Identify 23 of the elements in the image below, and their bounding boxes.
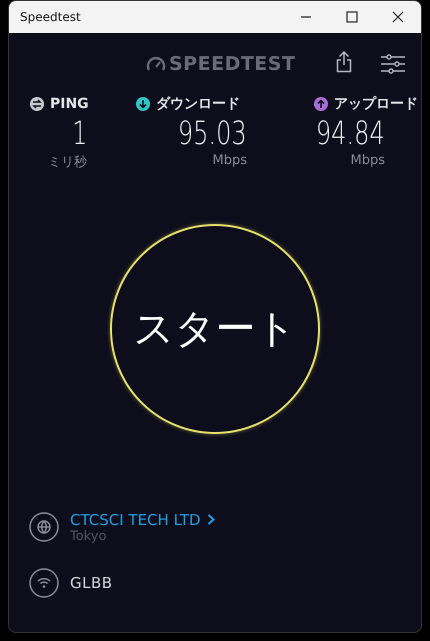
metric-label: アップロード (334, 95, 418, 113)
wifi-icon (29, 568, 59, 598)
metric-label: PING (50, 96, 89, 112)
metric-value: 94.84 (316, 113, 385, 153)
metric-label: ダウンロード (156, 95, 240, 113)
maximize-icon[interactable] (346, 11, 358, 23)
metric-unit: Mbps (350, 153, 385, 168)
start-button[interactable]: スタート (110, 224, 320, 434)
metric-unit: Mbps (212, 153, 247, 168)
gauge-icon (146, 56, 166, 72)
close-icon[interactable] (392, 11, 404, 23)
share-icon[interactable] (336, 51, 352, 73)
metric-value: 1 (72, 113, 87, 153)
logo-text: SPEEDTEST (169, 53, 296, 75)
server-name[interactable]: CTCSCI TECH LTD (70, 510, 201, 528)
server-location: Tokyo (70, 528, 108, 544)
window-title: Speedtest (20, 10, 81, 24)
network-name: GLBB (70, 574, 113, 592)
metric-value: 95.03 (178, 113, 247, 153)
metric-unit: ミリ秒 (48, 154, 87, 171)
chevron-icon[interactable] (206, 514, 215, 525)
globe-icon (29, 512, 59, 542)
settings-icon[interactable] (380, 54, 406, 74)
